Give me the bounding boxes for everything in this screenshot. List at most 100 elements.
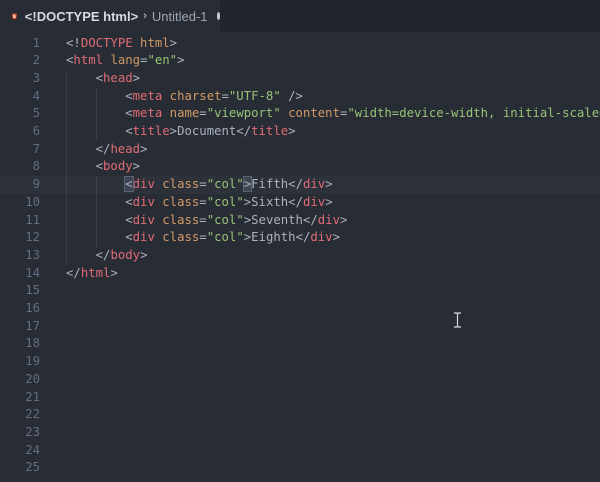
indentation xyxy=(66,195,125,209)
code-token: = xyxy=(199,106,207,121)
code-token: < xyxy=(125,124,133,138)
code-token: < xyxy=(125,194,133,209)
code-token: > xyxy=(169,124,178,138)
code-editor[interactable]: 1 2 3 4 5 6 7 8 9 10 11 12 13 14 15 16 17 18 19 20 21 22 23 24 2… xyxy=(0,32,600,482)
code-token: > xyxy=(132,159,141,174)
code-token: html xyxy=(140,35,170,50)
tab-untitled-1[interactable]: <!DOCTYPE html> › Untitled-1 xyxy=(0,0,220,32)
code-token: div xyxy=(317,212,340,227)
unsaved-dot-icon[interactable] xyxy=(216,12,220,20)
line-number: 21 xyxy=(25,389,40,404)
code-token: > xyxy=(177,53,185,68)
indentation xyxy=(66,248,96,262)
breadcrumb-doctype[interactable]: <!DOCTYPE html> xyxy=(25,9,138,24)
code-token: div xyxy=(132,194,155,209)
line-number: 9 xyxy=(32,177,40,192)
code-token: < xyxy=(125,230,133,245)
code-line[interactable]: </head> xyxy=(66,141,148,159)
code-token: < xyxy=(125,106,133,121)
indentation xyxy=(66,89,125,103)
code-token: body xyxy=(110,247,141,262)
code-line[interactable]: <meta name="viewport" content="width=dev… xyxy=(66,105,600,123)
code-token: < xyxy=(95,159,104,174)
code-token: </ xyxy=(66,265,81,280)
code-token: Fifth xyxy=(251,177,289,192)
code-line[interactable]: </html> xyxy=(66,265,118,283)
code-token: </ xyxy=(95,141,111,156)
code-token: content xyxy=(288,106,340,121)
line-number: 16 xyxy=(25,301,40,315)
tab-filename: Untitled-1 xyxy=(151,8,208,24)
line-number: 2 xyxy=(32,53,40,68)
code-line[interactable]: <div class="col">Seventh</div> xyxy=(66,212,347,230)
code-token: > xyxy=(325,194,333,209)
line-number: 6 xyxy=(32,124,40,138)
code-token: </ xyxy=(288,194,303,209)
code-token: meta xyxy=(132,106,163,121)
code-token: < xyxy=(95,70,104,85)
code-token: Eighth xyxy=(251,230,296,245)
code-token: </ xyxy=(288,177,303,192)
code-token: class xyxy=(162,230,200,245)
code-token: = xyxy=(221,88,229,103)
line-number: 8 xyxy=(32,159,40,174)
code-token: charset xyxy=(169,88,222,103)
code-line[interactable]: <body> xyxy=(66,158,140,176)
code-line[interactable]: <title>Document</title> xyxy=(66,123,295,141)
line-number: 10 xyxy=(25,194,40,209)
code-token: Sixth xyxy=(251,194,289,209)
code-token: "col" xyxy=(206,230,244,245)
line-number: 4 xyxy=(32,88,40,103)
code-token: "col" xyxy=(206,194,244,209)
code-token: < xyxy=(125,88,133,103)
code-token: html xyxy=(80,265,111,280)
code-token: "en" xyxy=(147,53,178,68)
code-token: html xyxy=(73,53,104,68)
line-number: 11 xyxy=(25,212,40,227)
code-token: = xyxy=(199,230,207,245)
code-token: > xyxy=(325,177,333,192)
code-token: head xyxy=(110,141,141,156)
indentation xyxy=(66,230,125,244)
code-token: "col" xyxy=(206,177,244,192)
code-token: class xyxy=(162,212,200,227)
code-line[interactable]: <html lang="en"> xyxy=(66,52,185,70)
line-number: 17 xyxy=(25,318,40,333)
code-token: > xyxy=(132,70,141,85)
code-line[interactable]: <head> xyxy=(66,70,140,88)
code-token: Seventh xyxy=(251,212,303,227)
code-token: div xyxy=(132,212,155,227)
line-number: 18 xyxy=(25,336,40,351)
line-number: 25 xyxy=(25,460,40,475)
code-token: body xyxy=(103,159,133,174)
line-number: 15 xyxy=(25,283,40,298)
code-line[interactable]: <div class="col">Fifth</div> xyxy=(66,176,333,194)
code-token: </ xyxy=(302,212,318,227)
code-token: head xyxy=(103,70,133,85)
code-token: <! xyxy=(66,35,81,50)
indentation xyxy=(66,106,125,120)
code-token: "col" xyxy=(206,212,244,227)
line-number: 14 xyxy=(25,265,40,280)
code-line[interactable]: <div class="col">Eighth</div> xyxy=(66,229,340,247)
code-token: div xyxy=(310,230,333,245)
code-line[interactable]: </body> xyxy=(66,247,148,265)
code-token: < xyxy=(124,176,134,193)
line-number: 3 xyxy=(32,70,40,85)
code-token: title xyxy=(251,124,289,138)
code-line[interactable]: <div class="col">Sixth</div> xyxy=(66,194,333,212)
line-number: 12 xyxy=(25,230,40,245)
code-line[interactable]: <!DOCTYPE html> xyxy=(66,35,177,53)
code-token: > xyxy=(140,247,148,262)
indentation xyxy=(66,177,125,191)
code-token: class xyxy=(162,177,200,192)
indentation xyxy=(66,213,125,227)
code-token: name xyxy=(169,106,200,121)
line-number: 5 xyxy=(32,106,40,121)
code-token: div xyxy=(132,177,155,192)
code-token: title xyxy=(132,124,170,138)
code-line[interactable]: <meta charset="UTF-8" /> xyxy=(66,88,303,106)
line-number: 19 xyxy=(25,354,40,369)
